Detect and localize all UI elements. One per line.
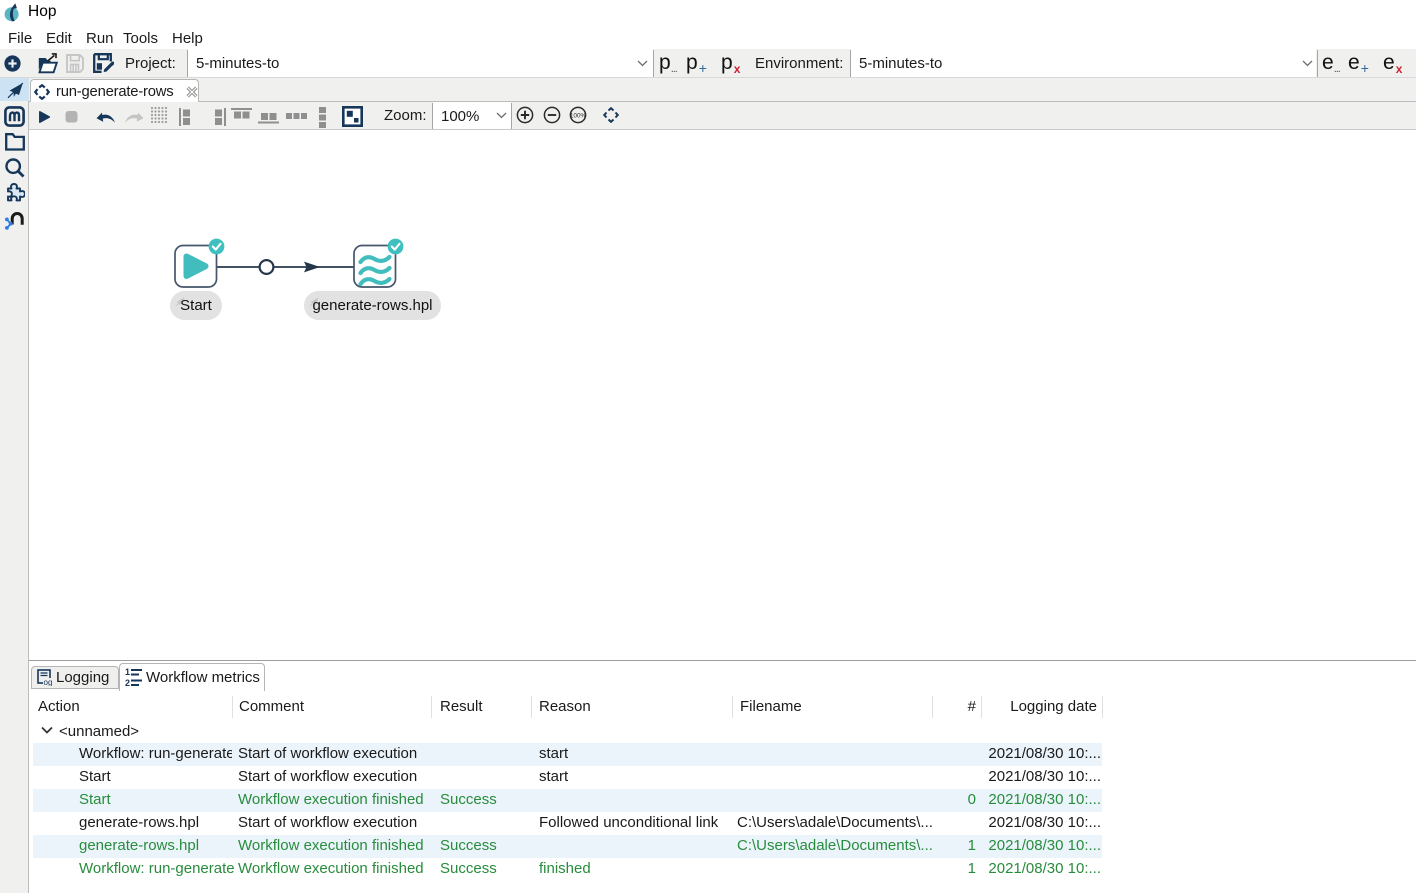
svg-text:og: og [44, 678, 53, 686]
svg-text:100%: 100% [570, 112, 587, 119]
svg-text:1: 1 [125, 667, 130, 677]
svg-text:2: 2 [125, 678, 130, 687]
